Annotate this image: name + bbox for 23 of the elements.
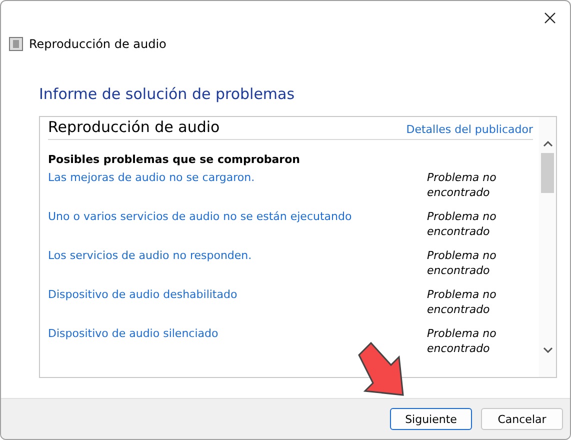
problem-link[interactable]: Los servicios de audio no responden. — [48, 248, 252, 287]
problem-link[interactable]: Dispositivo de audio deshabilitado — [48, 287, 238, 326]
problem-status: Problema no encontrado — [427, 248, 498, 279]
scroll-thumb[interactable] — [541, 153, 554, 193]
page-heading: Informe de solución de problemas — [39, 85, 296, 103]
problem-status: Problema no encontrado — [427, 170, 498, 201]
dialog-button[interactable]: Cancelar — [481, 408, 563, 430]
report-title: Reproducción de audio — [48, 118, 220, 136]
problem-link[interactable]: Las mejoras de audio no se cargaron. — [48, 170, 255, 209]
dialog-button[interactable]: Siguiente — [390, 408, 472, 430]
publisher-link[interactable]: Detalles del publicador — [406, 123, 533, 136]
window-title: Reproducción de audio — [29, 37, 166, 51]
scroll-up-icon — [542, 141, 552, 147]
close-icon — [544, 12, 556, 24]
section-title: Posibles problemas que se comprobaron — [48, 153, 301, 166]
scroll-down-icon — [542, 347, 552, 353]
problem-status: Problema no encontrado — [427, 209, 498, 240]
speaker-icon — [9, 37, 23, 51]
problem-link[interactable]: Uno o varios servicios de audio no se están ejecutando — [48, 209, 352, 248]
problem-status: Problema no encontrado — [427, 287, 498, 318]
problem-link[interactable]: Dispositivo de audio silenciado — [48, 326, 218, 365]
scrollbar[interactable] — [539, 117, 556, 377]
problem-status: Problema no encontrado — [427, 326, 498, 357]
